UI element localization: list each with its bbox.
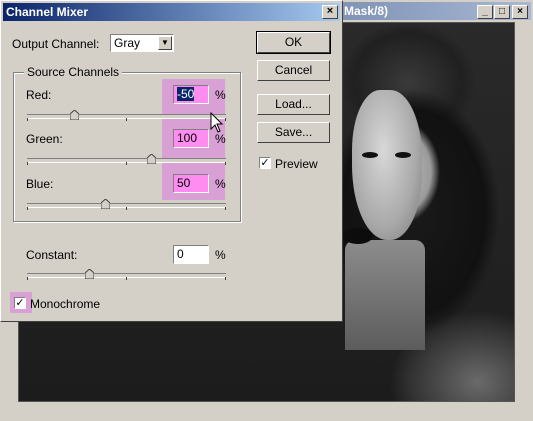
blue-slider-thumb[interactable] [100, 199, 110, 209]
green-label: Green: [26, 132, 63, 146]
red-unit: % [215, 88, 226, 102]
slider-tick [126, 118, 127, 121]
save-button[interactable]: Save... [257, 122, 330, 143]
green-unit: % [215, 132, 226, 146]
green-slider-thumb[interactable] [147, 154, 156, 164]
chevron-down-icon[interactable]: ▼ [158, 36, 172, 50]
preview-checkbox[interactable]: ✓ [259, 157, 271, 169]
constant-value-input[interactable]: 0 [173, 245, 209, 264]
document-title: Mask/8) [344, 4, 389, 18]
output-channel-value: Gray [114, 36, 141, 50]
source-channels-label: Source Channels [24, 65, 123, 79]
checkmark-icon: ✓ [260, 157, 270, 169]
slider-tick [225, 277, 226, 280]
constant-label: Constant: [26, 248, 78, 262]
slider-tick [225, 162, 226, 165]
checkmark-icon: ✓ [15, 297, 25, 309]
blue-value-input[interactable]: 50 [173, 174, 209, 193]
slider-tick [126, 207, 127, 210]
monochrome-label[interactable]: Monochrome [30, 297, 100, 311]
red-value-text: -50 [177, 87, 195, 101]
maximize-button[interactable]: □ [494, 5, 510, 19]
slider-tick [27, 118, 28, 121]
dialog-title-bar[interactable]: Channel Mixer × [3, 3, 340, 21]
slider-tick [27, 207, 28, 210]
slider-tick [225, 207, 226, 210]
close-document-button[interactable]: × [512, 5, 528, 19]
slider-tick [126, 162, 127, 165]
mouse-pointer-icon [210, 112, 224, 133]
slider-tick [225, 118, 226, 121]
load-button[interactable]: Load... [257, 94, 330, 115]
blue-label: Blue: [26, 177, 54, 191]
green-value-input[interactable]: 100 [173, 129, 209, 148]
slider-tick [126, 277, 127, 280]
red-label: Red: [26, 88, 52, 102]
minimize-button[interactable]: _ [477, 5, 493, 19]
red-value-input[interactable]: -50 [173, 85, 209, 104]
document-title-bar[interactable]: Mask/8) _ □ × [340, 2, 531, 20]
blue-unit: % [215, 177, 226, 191]
output-channel-label: Output Channel: [12, 37, 100, 51]
red-slider-thumb[interactable] [69, 110, 79, 120]
cancel-button[interactable]: Cancel [257, 60, 330, 81]
constant-unit: % [215, 248, 226, 262]
slider-tick [27, 277, 28, 280]
output-channel-select[interactable]: Gray ▼ [110, 34, 174, 52]
constant-slider-thumb[interactable] [85, 269, 94, 279]
ok-button[interactable]: OK [256, 31, 331, 54]
dialog-title: Channel Mixer [6, 5, 89, 19]
slider-tick [27, 162, 28, 165]
monochrome-checkbox[interactable]: ✓ [14, 297, 26, 309]
preview-label[interactable]: Preview [275, 157, 318, 171]
dialog-close-button[interactable]: × [322, 5, 338, 19]
